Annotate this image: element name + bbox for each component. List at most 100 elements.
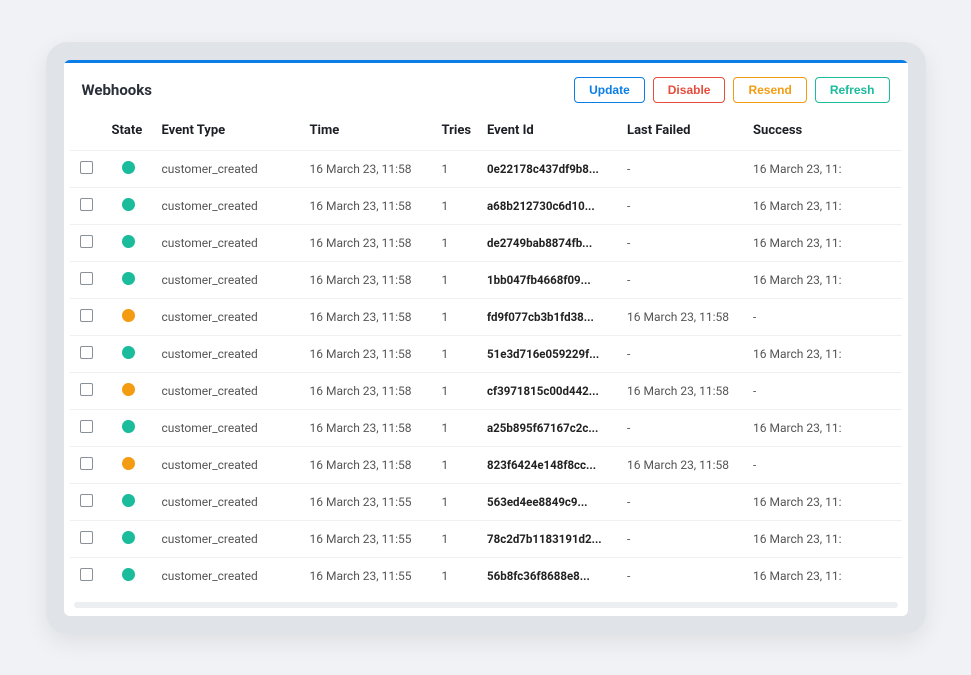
cell-state	[104, 557, 154, 594]
cell-time: 16 March 23, 11:55	[302, 557, 434, 594]
event-id-value: 0e22178c437df9b8...	[487, 162, 599, 176]
cell-event-type: customer_created	[154, 409, 302, 446]
success-value: 16 March 23, 11:	[753, 236, 842, 250]
col-event-id: Event Id	[479, 113, 619, 151]
table-row: customer_created16 March 23, 11:581823f6…	[70, 446, 902, 483]
state-dot-icon	[122, 235, 135, 248]
row-checkbox[interactable]	[80, 457, 93, 470]
horizontal-scrollbar[interactable]	[74, 602, 898, 608]
event-id-value: fd9f077cb3b1fd38...	[487, 310, 594, 324]
disable-button[interactable]: Disable	[653, 77, 726, 103]
state-dot-icon	[122, 457, 135, 470]
event-id-value: a25b895f67167c2c...	[487, 421, 598, 435]
state-dot-icon	[122, 383, 135, 396]
table-row: customer_created16 March 23, 11:5810e221…	[70, 150, 902, 187]
row-checkbox[interactable]	[80, 272, 93, 285]
table-row: customer_created16 March 23, 11:55156b8f…	[70, 557, 902, 594]
row-checkbox[interactable]	[80, 161, 93, 174]
row-checkbox[interactable]	[80, 346, 93, 359]
page-title: Webhooks	[82, 81, 153, 99]
cell-last-failed: 16 March 23, 11:58	[619, 446, 745, 483]
cell-checkbox	[70, 335, 104, 372]
table-header-row: State Event Type Time Tries Event Id Las…	[70, 113, 902, 151]
success-value: 16 March 23, 11:	[753, 569, 842, 583]
header-actions: Update Disable Resend Refresh	[574, 77, 889, 103]
state-dot-icon	[122, 420, 135, 433]
table-row: customer_created16 March 23, 11:581a68b2…	[70, 187, 902, 224]
table-row: customer_created16 March 23, 11:58151e3d…	[70, 335, 902, 372]
cell-tries: 1	[434, 150, 480, 187]
cell-time: 16 March 23, 11:58	[302, 372, 434, 409]
success-value: 16 March 23, 11:	[753, 495, 842, 509]
cell-time: 16 March 23, 11:58	[302, 261, 434, 298]
cell-state	[104, 409, 154, 446]
row-checkbox[interactable]	[80, 568, 93, 581]
event-id-value: 1bb047fb4668f09...	[487, 273, 591, 287]
cell-last-failed: -	[619, 261, 745, 298]
screen: Webhooks Update Disable Resend Refresh S…	[64, 60, 908, 616]
state-dot-icon	[122, 494, 135, 507]
row-checkbox[interactable]	[80, 309, 93, 322]
col-checkbox	[70, 113, 104, 151]
row-checkbox[interactable]	[80, 383, 93, 396]
cell-checkbox	[70, 187, 104, 224]
header: Webhooks Update Disable Resend Refresh	[64, 63, 908, 113]
cell-tries: 1	[434, 520, 480, 557]
cell-checkbox	[70, 520, 104, 557]
cell-time: 16 March 23, 11:58	[302, 446, 434, 483]
state-dot-icon	[122, 568, 135, 581]
row-checkbox[interactable]	[80, 198, 93, 211]
event-id-value: 563ed4ee8849c9...	[487, 495, 588, 509]
col-success: Success	[745, 113, 901, 151]
cell-success: 16 March 23, 11:	[745, 224, 901, 261]
cell-last-failed: -	[619, 409, 745, 446]
cell-tries: 1	[434, 372, 480, 409]
cell-tries: 1	[434, 298, 480, 335]
cell-success: 16 March 23, 11:	[745, 520, 901, 557]
cell-event-id: a68b212730c6d10...	[479, 187, 619, 224]
state-dot-icon	[122, 272, 135, 285]
cell-checkbox	[70, 261, 104, 298]
resend-button[interactable]: Resend	[733, 77, 806, 103]
cell-time: 16 March 23, 11:58	[302, 335, 434, 372]
cell-checkbox	[70, 557, 104, 594]
cell-last-failed: -	[619, 483, 745, 520]
cell-last-failed: -	[619, 187, 745, 224]
table-wrap: State Event Type Time Tries Event Id Las…	[64, 113, 908, 600]
cell-checkbox	[70, 409, 104, 446]
cell-tries: 1	[434, 187, 480, 224]
event-id-value: 56b8fc36f8688e8...	[487, 569, 590, 583]
col-state: State	[104, 113, 154, 151]
cell-checkbox	[70, 224, 104, 261]
cell-tries: 1	[434, 409, 480, 446]
cell-success: -	[745, 446, 901, 483]
row-checkbox[interactable]	[80, 235, 93, 248]
col-tries: Tries	[434, 113, 480, 151]
cell-checkbox	[70, 298, 104, 335]
cell-tries: 1	[434, 446, 480, 483]
cell-state	[104, 298, 154, 335]
cell-event-id: a25b895f67167c2c...	[479, 409, 619, 446]
cell-event-type: customer_created	[154, 298, 302, 335]
state-dot-icon	[122, 309, 135, 322]
cell-time: 16 March 23, 11:58	[302, 187, 434, 224]
cell-event-id: cf3971815c00d442...	[479, 372, 619, 409]
webhooks-table: State Event Type Time Tries Event Id Las…	[70, 113, 902, 594]
refresh-button[interactable]: Refresh	[815, 77, 890, 103]
cell-state	[104, 520, 154, 557]
cell-state	[104, 187, 154, 224]
cell-tries: 1	[434, 483, 480, 520]
table-row: customer_created16 March 23, 11:551563ed…	[70, 483, 902, 520]
cell-time: 16 March 23, 11:58	[302, 409, 434, 446]
event-id-value: de2749bab8874fb...	[487, 236, 592, 250]
success-value: 16 March 23, 11:	[753, 421, 842, 435]
cell-event-id: de2749bab8874fb...	[479, 224, 619, 261]
row-checkbox[interactable]	[80, 531, 93, 544]
success-value: -	[753, 310, 756, 324]
event-id-value: 78c2d7b1183191d2...	[487, 532, 602, 546]
cell-time: 16 March 23, 11:58	[302, 298, 434, 335]
row-checkbox[interactable]	[80, 494, 93, 507]
cell-event-id: 78c2d7b1183191d2...	[479, 520, 619, 557]
row-checkbox[interactable]	[80, 420, 93, 433]
update-button[interactable]: Update	[574, 77, 645, 103]
